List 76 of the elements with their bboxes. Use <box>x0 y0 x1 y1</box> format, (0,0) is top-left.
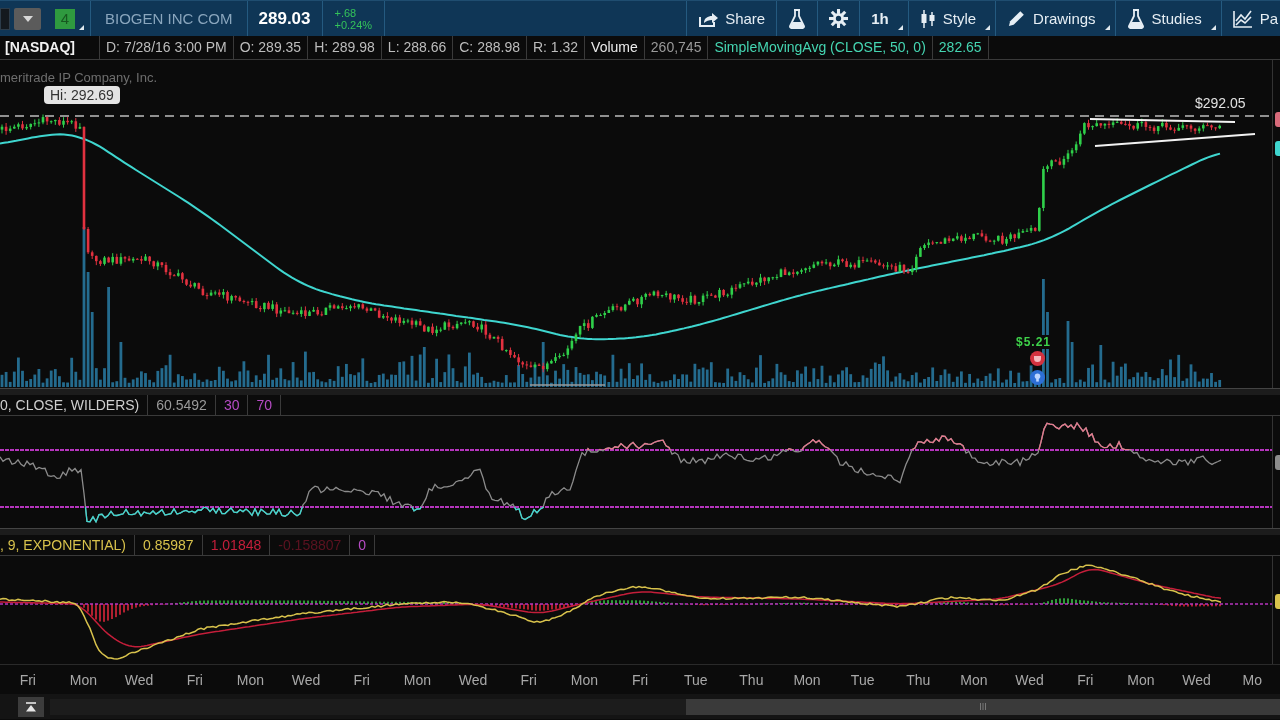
volume-label: Volume <box>585 36 645 59</box>
axis-marker-icon <box>1275 141 1280 156</box>
settings-icon <box>829 9 849 28</box>
exchange-label: [NASDAQ] <box>0 36 100 59</box>
indicator-value: 1.01848 <box>202 535 271 555</box>
indicator-value: 0.85987 <box>135 535 203 555</box>
flask-icon <box>788 8 807 29</box>
axis-label: Mon <box>69 671 98 688</box>
percent-change: +0.24% <box>334 18 373 31</box>
quote-value: C: 288.98 <box>453 36 527 59</box>
indicator-value: 30 <box>215 395 249 415</box>
quote-value: L: 288.66 <box>381 36 454 59</box>
indicator-value: 0 <box>350 535 376 555</box>
dropdown-button[interactable] <box>14 7 41 30</box>
axis-label: Thu <box>739 671 764 688</box>
volume-value: 260,745 <box>644 36 709 59</box>
arrow-up-icon <box>25 701 37 712</box>
axis-label: Mon <box>570 671 598 688</box>
study-name: SimpleMovingAvg (CLOSE, 50, 0) <box>708 36 933 59</box>
axis-label: Wed <box>1182 671 1211 688</box>
dropdown-corner-icon <box>1210 25 1216 30</box>
quote-value: O: 289.35 <box>233 36 309 59</box>
copyright-text: meritrade IP Company, Inc. <box>0 70 158 85</box>
axis-label: Fri <box>520 671 537 688</box>
study-value: 282.65 <box>932 36 989 59</box>
dropdown-corner-icon <box>79 25 84 30</box>
axis-label: Fri <box>631 671 649 688</box>
zigzag-chart-icon <box>1232 9 1253 28</box>
axis-label: Fri <box>19 671 36 688</box>
axis-marker-icon <box>1275 112 1280 127</box>
axis-label: Tue <box>683 671 708 688</box>
price-change: +.68 <box>334 6 357 19</box>
symbol-field[interactable] <box>0 7 10 30</box>
scrollbar-thumb[interactable] <box>686 698 1280 715</box>
grip-icon <box>980 703 986 710</box>
price-level-label: $292.05 <box>1195 95 1246 111</box>
last-price: 289.03 <box>257 8 312 29</box>
axis-label: Fri <box>353 671 370 688</box>
event-marker-icon[interactable] <box>1030 351 1045 366</box>
axis-label: Mon <box>793 671 821 688</box>
scrollbar-track[interactable] <box>50 698 1280 715</box>
flask-icon <box>1126 8 1145 29</box>
event-amount-label: $5.21 <box>1015 335 1053 349</box>
quote-value: D: 7/28/16 3:00 PM <box>100 36 234 59</box>
indicator-value: -0.158807 <box>270 535 351 555</box>
axis-marker-icon <box>1275 455 1280 470</box>
indicator-label: , 9, EXPONENTIAL) <box>0 535 136 555</box>
indicator-value: 70 <box>248 395 282 415</box>
indicator-value: 60.5492 <box>148 395 216 415</box>
dropdown-corner-icon <box>1104 25 1110 30</box>
axis-label: Wed <box>291 671 321 688</box>
axis-label: Thu <box>906 671 931 688</box>
axis-label: Mon <box>236 671 265 688</box>
axis-label: Wed <box>124 671 154 688</box>
candlestick-icon <box>919 8 936 29</box>
indicator-label: 0, CLOSE, WILDERS) <box>0 395 149 415</box>
high-price-callout: Hi: 292.69 <box>44 86 120 104</box>
quote-value: H: 289.98 <box>308 36 382 59</box>
axis-label: Mon <box>403 671 432 688</box>
lightbulb-icon[interactable] <box>1030 370 1045 385</box>
dropdown-corner-icon <box>897 25 903 30</box>
pencil-icon <box>1007 9 1027 28</box>
axis-label: Fri <box>186 671 203 688</box>
axis-label: Wed <box>458 671 488 688</box>
instrument-name: BIOGEN INC COM <box>104 10 234 27</box>
axis-label: Fri <box>1077 671 1094 688</box>
axis-label: Wed <box>1015 671 1044 688</box>
panel-toggle-button[interactable] <box>18 696 44 717</box>
axis-label: Mon <box>1127 671 1155 688</box>
axis-marker-icon <box>1275 594 1280 609</box>
quote-value: R: 1.32 <box>526 36 586 59</box>
axis-label: Mon <box>960 671 988 688</box>
axis-label: Tue <box>850 671 875 688</box>
axis-label: Mo <box>1242 671 1262 688</box>
dropdown-corner-icon <box>985 25 991 30</box>
caret-down-icon <box>22 15 33 22</box>
